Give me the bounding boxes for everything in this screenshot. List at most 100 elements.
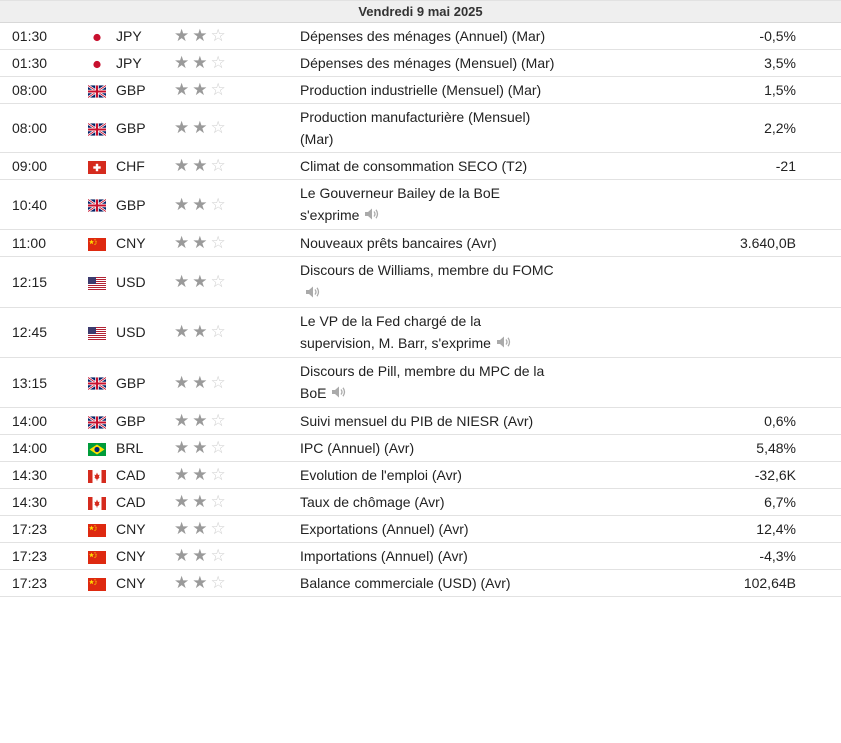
event-name[interactable]: Taux de chômage (Avr): [300, 488, 555, 517]
star-icon: ★: [174, 519, 193, 539]
event-currency: CHF: [116, 152, 174, 180]
country-flag-cell: [88, 152, 116, 180]
event-currency: USD: [116, 307, 174, 358]
event-actual-value: -21: [555, 152, 841, 180]
star-icon: ★: [174, 372, 193, 392]
country-flag-cell: [88, 488, 116, 517]
star-icon: ☆: [210, 233, 229, 253]
star-icon: ☆: [210, 411, 229, 431]
flag-us-icon: [88, 327, 106, 341]
event-name[interactable]: Balance commerciale (USD) (Avr): [300, 569, 555, 598]
event-name[interactable]: Le VP de la Fed chargé de la supervision…: [300, 307, 555, 358]
event-row[interactable]: 10:40 GBP ★★☆ Le Gouverneur Bailey de la Bo…: [0, 179, 841, 231]
flag-cn-icon: [88, 523, 106, 537]
star-icon: ☆: [210, 438, 229, 458]
event-name[interactable]: Dépenses des ménages (Annuel) (Mar): [300, 22, 555, 50]
event-currency: GBP: [116, 103, 174, 153]
event-row[interactable]: 17:23 CNY ★★☆ Exportations (Annuel) (Avr) 12…: [0, 515, 841, 544]
event-name[interactable]: IPC (Annuel) (Avr): [300, 434, 555, 463]
economic-calendar-table: Vendredi 9 mai 2025 01:30 JPY ★★☆ Dépenses …: [0, 0, 841, 598]
country-flag-cell: [88, 307, 116, 358]
event-row[interactable]: 12:45 USD ★★☆ Le VP de la Fed chargé de la …: [0, 307, 841, 358]
event-row[interactable]: 09:00 CHF ★★☆ Climat de consommation SECO (…: [0, 152, 841, 180]
event-name-text[interactable]: Evolution de l'emploi (Avr): [300, 467, 462, 483]
event-row[interactable]: 17:23 CNY ★★☆ Balance commerciale (USD) (Av…: [0, 569, 841, 598]
event-row[interactable]: 13:15 GBP ★★☆ Discours de Pill, membre du M…: [0, 357, 841, 409]
country-flag-cell: [88, 542, 116, 571]
event-time: 12:15: [0, 256, 88, 308]
star-icon: ★: [174, 53, 193, 72]
event-name[interactable]: Le Gouverneur Bailey de la BoE s'exprime: [300, 179, 555, 231]
event-name[interactable]: Climat de consommation SECO (T2): [300, 152, 555, 180]
event-name-text[interactable]: Suivi mensuel du PIB de NIESR (Avr): [300, 413, 533, 429]
event-name-text[interactable]: Dépenses des ménages (Annuel) (Mar): [300, 28, 545, 44]
star-icon: ★: [174, 492, 193, 512]
importance-stars: ★★☆: [174, 407, 300, 436]
event-name[interactable]: Exportations (Annuel) (Avr): [300, 515, 555, 544]
event-name[interactable]: Nouveaux prêts bancaires (Avr): [300, 229, 555, 258]
event-currency: CNY: [116, 542, 174, 571]
event-currency: JPY: [116, 49, 174, 77]
event-name[interactable]: Discours de Williams, membre du FOMC: [300, 256, 555, 308]
event-name-text[interactable]: Exportations (Annuel) (Avr): [300, 521, 469, 537]
event-actual-value: 1,5%: [555, 76, 841, 104]
event-name-text[interactable]: Importations (Annuel) (Avr): [300, 548, 468, 564]
event-name-text[interactable]: IPC (Annuel) (Avr): [300, 440, 414, 456]
speaker-icon: [305, 283, 321, 305]
event-name[interactable]: Importations (Annuel) (Avr): [300, 542, 555, 571]
event-row[interactable]: 14:00 BRL ★★☆ IPC (Annuel) (Avr) 5,48%: [0, 434, 841, 463]
event-actual-value: [555, 307, 841, 358]
star-icon: ★: [174, 156, 193, 175]
event-row[interactable]: 14:30 CAD ★★☆ Taux de chômage (Avr) 6,7%: [0, 488, 841, 517]
event-name-text[interactable]: Taux de chômage (Avr): [300, 494, 444, 510]
event-row[interactable]: 17:23 CNY ★★☆ Importations (Annuel) (Avr) -4…: [0, 542, 841, 571]
star-icon: ☆: [210, 26, 229, 45]
star-icon: ☆: [210, 465, 229, 485]
star-icon: ☆: [210, 573, 229, 593]
event-currency: GBP: [116, 76, 174, 104]
star-icon: ★: [192, 411, 211, 431]
event-currency: CAD: [116, 461, 174, 490]
importance-stars: ★★☆: [174, 22, 300, 50]
event-name[interactable]: Dépenses des ménages (Mensuel) (Mar): [300, 49, 555, 77]
event-row[interactable]: 14:00 GBP ★★☆ Suivi mensuel du PIB de NIESR…: [0, 407, 841, 436]
event-name[interactable]: Production industrielle (Mensuel) (Mar): [300, 76, 555, 104]
event-name[interactable]: Suivi mensuel du PIB de NIESR (Avr): [300, 407, 555, 436]
event-time: 08:00: [0, 103, 88, 153]
event-row[interactable]: 08:00 GBP ★★☆ Production manufacturière (Me…: [0, 103, 841, 153]
event-name-text[interactable]: Dépenses des ménages (Mensuel) (Mar): [300, 55, 554, 71]
star-icon: ☆: [210, 80, 229, 99]
event-time: 11:00: [0, 229, 88, 258]
event-name[interactable]: Evolution de l'emploi (Avr): [300, 461, 555, 490]
event-name[interactable]: Production manufacturière (Mensuel) (Mar…: [300, 103, 555, 153]
event-row[interactable]: 01:30 JPY ★★☆ Dépenses des ménages (Annuel)…: [0, 22, 841, 50]
event-name-text[interactable]: Discours de Williams, membre du FOMC: [300, 262, 554, 278]
event-name-text[interactable]: Climat de consommation SECO (T2): [300, 158, 527, 174]
event-actual-value: -32,6K: [555, 461, 841, 490]
country-flag-cell: [87, 179, 116, 231]
event-currency: CNY: [116, 569, 174, 598]
event-row[interactable]: 08:00 GBP ★★☆ Production industrielle (Mens…: [0, 76, 841, 104]
event-name-text[interactable]: Balance commerciale (USD) (Avr): [300, 575, 511, 591]
event-name[interactable]: Discours de Pill, membre du MPC de la Bo…: [300, 357, 555, 409]
event-name-text[interactable]: Production manufacturière (Mensuel) (Mar…: [300, 109, 530, 147]
event-currency: GBP: [116, 407, 174, 436]
star-icon: ★: [174, 411, 193, 431]
event-time: 01:30: [0, 22, 88, 50]
event-time: 12:45: [0, 307, 88, 358]
event-name-text[interactable]: Nouveaux prêts bancaires (Avr): [300, 235, 497, 251]
event-row[interactable]: 01:30 JPY ★★☆ Dépenses des ménages (Mensuel…: [0, 49, 841, 77]
event-name-text[interactable]: Le Gouverneur Bailey de la BoE s'exprime: [300, 185, 500, 223]
event-row[interactable]: 11:00 CNY ★★☆ Nouveaux prêts bancaires (Avr…: [0, 229, 841, 258]
star-icon: ★: [192, 322, 211, 342]
event-name-text[interactable]: Le VP de la Fed chargé de la supervision…: [300, 313, 491, 351]
event-time: 10:40: [0, 179, 88, 231]
star-icon: ☆: [210, 492, 229, 512]
event-row[interactable]: 14:30 CAD ★★☆ Evolution de l'emploi (Avr) -3…: [0, 461, 841, 490]
star-icon: ★: [174, 233, 193, 253]
event-row[interactable]: 12:15 USD ★★☆ Discours de Williams, membre …: [0, 256, 841, 308]
event-name-text[interactable]: Production industrielle (Mensuel) (Mar): [300, 82, 541, 98]
event-actual-value: 6,7%: [555, 488, 841, 517]
event-time: 09:00: [0, 152, 88, 180]
event-time: 14:00: [0, 434, 88, 463]
